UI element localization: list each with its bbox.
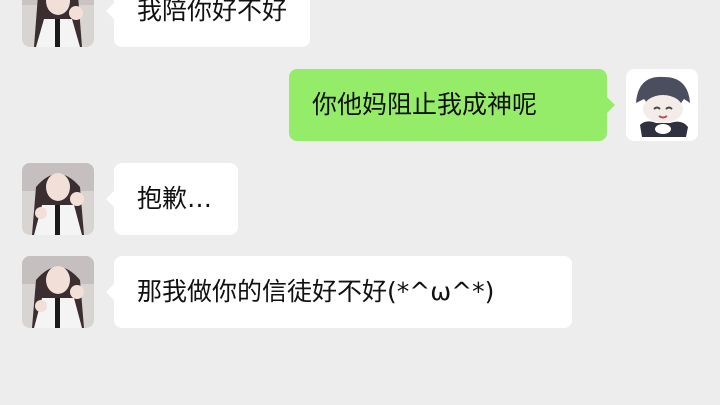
chat-thread: 我陪你好不好 你他妈阻止我成神呢 抱歉… 那我做你的信徒好不好(*^ω^*) <box>0 0 720 405</box>
contact-avatar[interactable] <box>22 163 94 235</box>
message-bubble-incoming[interactable]: 我陪你好不好 <box>105 0 311 47</box>
message-bubble-incoming[interactable]: 抱歉… <box>106 163 238 235</box>
my-avatar[interactable] <box>626 69 698 141</box>
message-bubble-outgoing[interactable]: 你他妈阻止我成神呢 <box>289 69 615 141</box>
contact-avatar[interactable] <box>22 256 94 328</box>
message-bubble-incoming[interactable]: 那我做你的信徒好不好(*^ω^*) <box>106 256 572 328</box>
contact-avatar[interactable] <box>22 0 94 47</box>
